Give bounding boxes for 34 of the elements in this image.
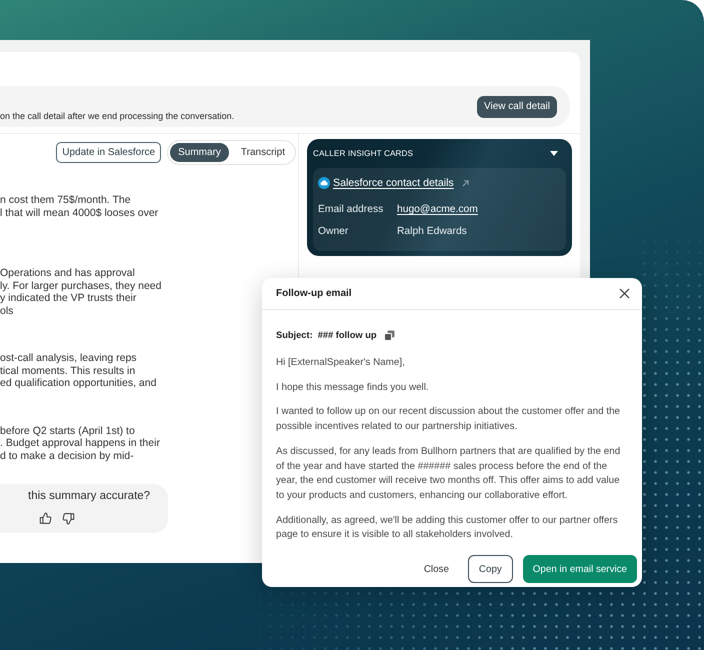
insight-card-title: CALLER INSIGHT CARDS [313, 149, 414, 158]
contact-details-link[interactable]: Salesforce contact details [333, 177, 454, 189]
close-button[interactable]: Close [420, 561, 452, 578]
email-paragraph: I wanted to follow up on our recent discussion about the customer offer and the possible incentives related to our partnership initiatives. [276, 405, 622, 434]
thumbs-down-icon[interactable] [62, 512, 75, 525]
summary-paragraph: n cost them 75$/month. The l that will mean 4000$ looses over [0, 194, 158, 219]
copy-button[interactable]: Copy [468, 555, 513, 584]
notice-text: on the call detail after we end processing the conversation. [0, 111, 234, 121]
field-label: Email address [318, 203, 384, 217]
feedback-question: this summary accurate? [28, 490, 152, 503]
thumbs-up-icon[interactable] [39, 512, 52, 525]
subject-value: ### follow up [318, 330, 377, 340]
tab[interactable]: Summary [170, 143, 229, 162]
email-paragraph: Additionally, as agreed, we'll be adding this customer offer to our partner offers page to ensure it is visible to all stakeholders involved. [276, 514, 619, 542]
summary-paragraph: before Q2 starts (April 1st) to . Budget approval happens in their d to make a decision by mid- [0, 424, 160, 462]
field-value: Ralph Edwards [397, 225, 467, 239]
tab[interactable]: Transcript [232, 143, 293, 162]
email-paragraph: Hi [ExternalSpeaker's Name], [276, 356, 406, 370]
view-call-detail-button[interactable]: View call detail [477, 96, 557, 118]
email-paragraph: I hope this message finds you well. [276, 380, 430, 395]
copy-icon[interactable] [384, 330, 395, 340]
email-link[interactable]: hugo@acme.com [397, 203, 478, 217]
caret-down-icon[interactable] [550, 151, 558, 156]
close-icon[interactable] [619, 288, 630, 299]
open-email-button[interactable]: Open in email service [522, 555, 637, 584]
summary-paragraph: ost-call analysis, leaving reps tical moments. This results in ed qualification opportunities, and [0, 352, 156, 390]
cloud-icon [318, 177, 330, 189]
arrow-up-right-icon[interactable] [462, 180, 469, 186]
field-label: Owner [318, 225, 350, 239]
summary-paragraph: Operations and has approval ly. For larger purchases, they need y indicated the VP trusts their ols [0, 267, 162, 317]
email-paragraph: As discussed, for any leads from Bullhorn partners that are qualified by the end of the year and have started the ###### sales process before the end of the year, the end customer will receive two months off. This offer aims to add value to your products and customers, enhancing our collaborative effort. [276, 444, 622, 503]
update-salesforce-button[interactable]: Update in Salesforce [56, 142, 162, 163]
dialog-title: Follow-up email [276, 288, 352, 299]
subject-label: Subject: [276, 330, 313, 340]
